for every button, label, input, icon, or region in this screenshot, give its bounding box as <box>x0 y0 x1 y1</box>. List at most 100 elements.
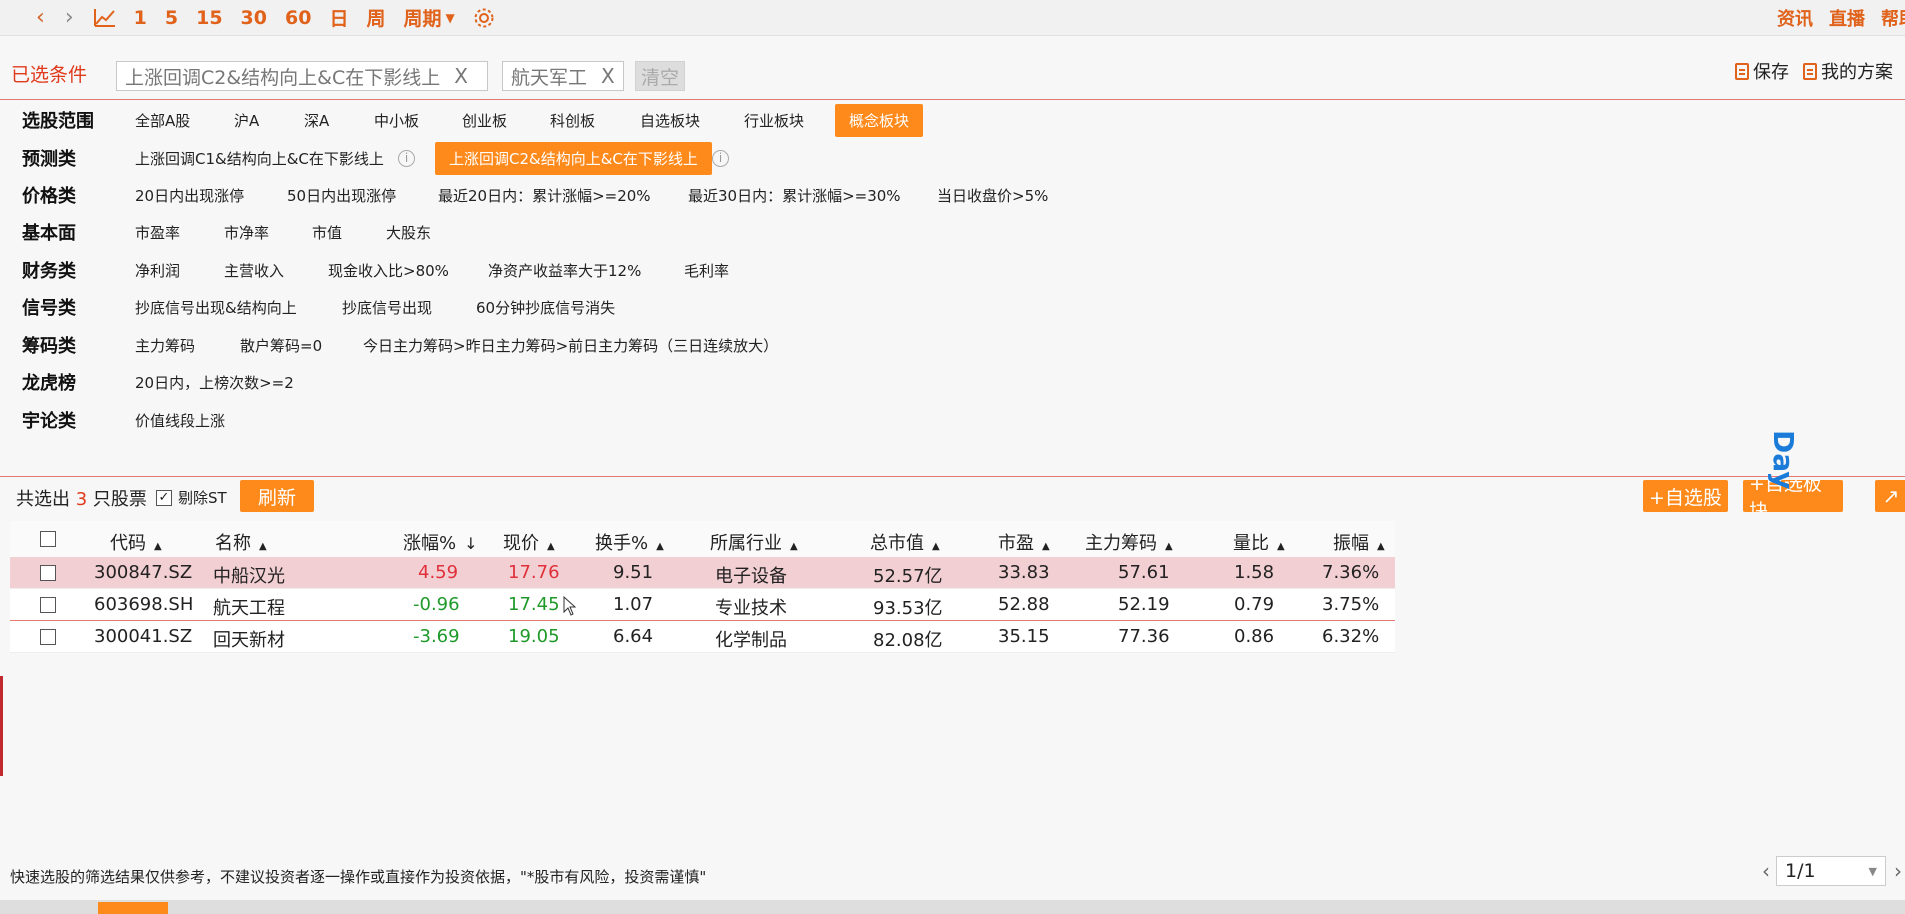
sort-down-arrow-icon: ↓ <box>464 534 478 553</box>
period-30-button[interactable]: 30 <box>241 7 267 29</box>
filter-option[interactable]: 上涨回调C1&结构向上&C在下影线上 <box>135 148 384 169</box>
filter-option[interactable]: 50日内出现涨停 <box>287 185 396 206</box>
period-5-button[interactable]: 5 <box>165 7 178 29</box>
cell-industry: 专业技术 <box>715 598 787 619</box>
next-page-icon[interactable]: › <box>1894 859 1902 883</box>
condition-chip-concept: 航天军工 X <box>502 61 624 91</box>
filter-option[interactable]: 市盈率 <box>135 222 180 243</box>
chip-label: 航天军工 <box>511 66 588 89</box>
filter-option[interactable]: 行业板块 <box>744 110 804 131</box>
selected-conditions-row: 已选条件 上涨回调C2&结构向上&C在下影线上 X 航天军工 X 清空 保存 我… <box>0 50 1905 100</box>
period-menu-label: 周期 <box>403 8 442 30</box>
filter-option[interactable]: 抄底信号出现 <box>342 297 432 318</box>
save-button[interactable]: 保存 <box>1735 58 1789 84</box>
filter-option[interactable]: 全部A股 <box>135 110 190 131</box>
filter-option[interactable]: 毛利率 <box>684 260 729 281</box>
expand-icon[interactable]: ↗ <box>1875 480 1905 512</box>
filter-option[interactable]: 沪A <box>234 110 259 131</box>
filter-option[interactable]: 散户筹码=0 <box>240 335 322 356</box>
row-checkbox[interactable] <box>40 565 56 581</box>
results-bar: 共选出 3 只股票 ✓ 剔除ST 刷新 +自选股 +自选板块 ↗ <box>0 476 1905 516</box>
settings-gear-icon[interactable] <box>473 7 495 29</box>
filter-option-selected[interactable]: 概念板块 <box>835 103 924 137</box>
period-week-button[interactable]: 周 <box>366 4 385 31</box>
filter-option[interactable]: 当日收盘价>5% <box>937 185 1048 206</box>
refresh-button[interactable]: 刷新 <box>240 480 314 512</box>
back-arrow-icon[interactable]: ‹ <box>36 5 45 30</box>
filter-option[interactable]: 净利润 <box>135 260 180 281</box>
cell-market-cap: 93.53亿 <box>873 598 943 619</box>
prev-page-icon[interactable]: ‹ <box>1762 859 1770 883</box>
forward-arrow-icon[interactable]: › <box>65 5 74 30</box>
period-menu[interactable]: 周期 ▼ <box>403 4 454 31</box>
status-strip-tab[interactable] <box>98 902 168 914</box>
close-icon[interactable]: X <box>601 64 615 88</box>
table-header: 代码 ▲ 名称 ▲ 涨幅% ↓ 现价 ▲ 换手% ▲ 所属行业 ▲ 总市值 ▲ 市盈 ▲ 主力筹… <box>10 521 1395 557</box>
table-row[interactable]: 603698.SH 航天工程 -0.96 17.45 1.07 专业技术 93.… <box>10 589 1395 621</box>
remove-st-checkbox[interactable]: ✓ 剔除ST <box>156 487 227 508</box>
add-favorite-stock-button[interactable]: +自选股 <box>1643 480 1728 512</box>
col-header-change[interactable]: 涨幅% ↓ <box>403 529 478 555</box>
select-all-checkbox[interactable] <box>40 531 56 547</box>
col-header-amplitude[interactable]: 振幅 ▲ <box>1333 529 1385 555</box>
filter-option[interactable]: 自选板块 <box>640 110 700 131</box>
news-link[interactable]: 资讯 <box>1777 5 1813 31</box>
info-icon[interactable]: i <box>398 149 415 167</box>
filter-option[interactable]: 市值 <box>312 222 342 243</box>
col-header-main-chip[interactable]: 主力筹码 ▲ <box>1085 529 1173 555</box>
filter-option[interactable]: 现金收入比>80% <box>328 260 449 281</box>
top-toolbar: ‹ › 1 5 15 30 60 日 周 周期 ▼ 资讯 直播 帮助 <box>0 0 1905 36</box>
table-row[interactable]: 300847.SZ 中船汉光 4.59 17.76 9.51 电子设备 52.5… <box>10 557 1395 589</box>
filter-option[interactable]: 最近30日内：累计涨幅>=30% <box>688 185 901 206</box>
filter-option[interactable]: 中小板 <box>374 110 419 131</box>
my-plan-button[interactable]: 我的方案 <box>1803 58 1893 84</box>
filter-option[interactable]: 深A <box>304 110 329 131</box>
filter-option[interactable]: 20日内出现涨停 <box>135 185 244 206</box>
filter-option[interactable]: 今日主力筹码>昨日主力筹码>前日主力筹码（三日连续放大） <box>363 335 778 356</box>
period-60-button[interactable]: 60 <box>285 7 311 29</box>
filter-option[interactable]: 创业板 <box>462 110 507 131</box>
row-checkbox[interactable] <box>40 597 56 613</box>
filter-row-fundamentals: 基本面 市盈率 市净率 市值 大股东 <box>0 214 1905 250</box>
clear-button[interactable]: 清空 <box>635 61 685 91</box>
filter-option[interactable]: 净资产收益率大于12% <box>488 260 641 281</box>
period-15-button[interactable]: 15 <box>196 7 222 29</box>
col-header-pe[interactable]: 市盈 ▲ <box>998 529 1050 555</box>
info-icon[interactable]: i <box>712 149 729 167</box>
filter-option[interactable]: 科创板 <box>550 110 595 131</box>
period-day-button[interactable]: 日 <box>329 4 348 31</box>
col-header-price[interactable]: 现价 ▲ <box>503 529 555 555</box>
period-1-button[interactable]: 1 <box>134 7 147 29</box>
table-row[interactable]: 300041.SZ 回天新材 -3.69 19.05 6.64 化学制品 82.… <box>10 621 1395 653</box>
row-checkbox[interactable] <box>40 629 56 645</box>
pagination: ‹ 1/1 ▼ › <box>1762 856 1902 886</box>
close-icon[interactable]: X <box>454 64 468 88</box>
help-link[interactable]: 帮助 <box>1881 5 1905 31</box>
cell-amplitude: 3.75% <box>1322 594 1380 615</box>
filter-label: 财务类 <box>22 261 76 282</box>
filter-option[interactable]: 最近20日内：累计涨幅>=20% <box>438 185 651 206</box>
filter-option[interactable]: 价值线段上涨 <box>135 410 225 431</box>
col-header-turnover[interactable]: 换手% ▲ <box>595 529 664 555</box>
page-select[interactable]: 1/1 ▼ <box>1776 856 1886 886</box>
cell-vol-ratio: 0.79 <box>1234 594 1275 615</box>
col-header-market-cap[interactable]: 总市值 ▲ <box>870 529 940 555</box>
filter-option[interactable]: 大股东 <box>386 222 431 243</box>
filter-option[interactable]: 主力筹码 <box>135 335 195 356</box>
checkmark-icon[interactable]: ✓ <box>156 489 172 506</box>
my-plan-label: 我的方案 <box>1821 62 1893 83</box>
col-header-name[interactable]: 名称 ▲ <box>215 529 267 555</box>
filter-option-selected[interactable]: 上涨回调C2&结构向上&C在下影线上 <box>435 141 712 175</box>
live-link[interactable]: 直播 <box>1829 5 1865 31</box>
col-header-vol-ratio[interactable]: 量比 ▲ <box>1233 529 1285 555</box>
filter-option[interactable]: 主营收入 <box>224 260 284 281</box>
filter-option[interactable]: 抄底信号出现&结构向上 <box>135 297 297 318</box>
col-header-code[interactable]: 代码 ▲ <box>110 529 162 555</box>
filter-option[interactable]: 市净率 <box>224 222 269 243</box>
line-chart-icon[interactable] <box>93 8 116 28</box>
filter-row-scope: 选股范围 全部A股 沪A 深A 中小板 创业板 科创板 自选板块 行业板块 概念… <box>0 102 1905 138</box>
col-header-industry[interactable]: 所属行业 ▲ <box>710 529 798 555</box>
header-label: 振幅 <box>1333 533 1369 554</box>
filter-option[interactable]: 60分钟抄底信号消失 <box>476 297 615 318</box>
filter-option[interactable]: 20日内，上榜次数>=2 <box>135 372 294 393</box>
